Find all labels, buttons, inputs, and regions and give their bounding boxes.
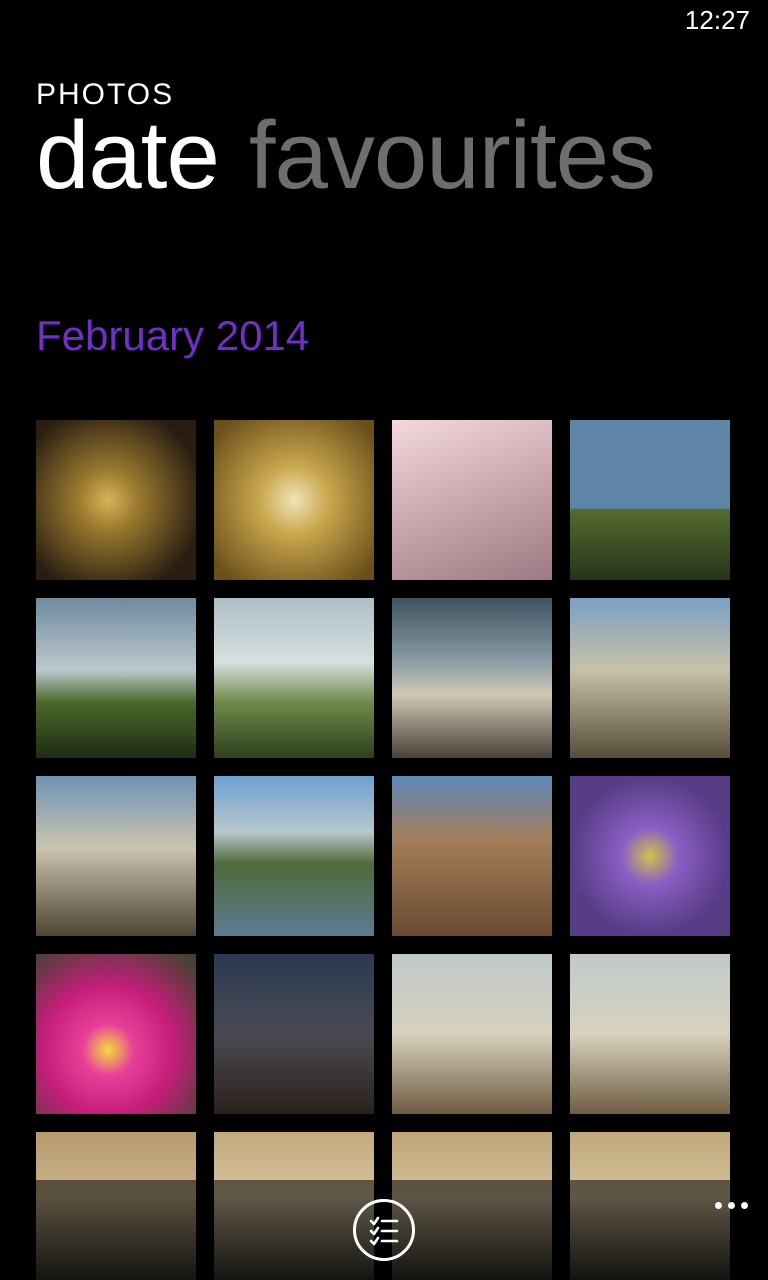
photo-thumbnail[interactable]: [36, 776, 196, 936]
more-button[interactable]: [715, 1202, 748, 1209]
photo-thumbnail[interactable]: [570, 954, 730, 1114]
photo-thumbnail[interactable]: [570, 776, 730, 936]
photo-thumbnail[interactable]: [36, 420, 196, 580]
photo-thumbnail[interactable]: [214, 776, 374, 936]
header: PHOTOS datefavourites: [36, 78, 768, 207]
pivot-row: date favourites: [36, 106, 768, 207]
photo-thumbnail[interactable]: [392, 954, 552, 1114]
photo-thumbnail[interactable]: [36, 598, 196, 758]
photo-thumbnail[interactable]: [214, 420, 374, 580]
photo-thumbnail[interactable]: [570, 598, 730, 758]
photo-thumbnail[interactable]: [36, 954, 196, 1114]
photo-thumbnail[interactable]: [214, 598, 374, 758]
dot-icon: [728, 1202, 735, 1209]
photo-thumbnail[interactable]: [392, 420, 552, 580]
dot-icon: [715, 1202, 722, 1209]
photo-thumbnail[interactable]: [392, 776, 552, 936]
month-header[interactable]: February 2014: [36, 312, 309, 360]
status-bar: 12:27: [0, 0, 768, 40]
photo-thumbnail[interactable]: [570, 420, 730, 580]
dot-icon: [741, 1202, 748, 1209]
app-bar: [0, 1180, 768, 1280]
status-time: 12:27: [685, 5, 750, 36]
select-icon: [368, 1214, 400, 1246]
select-button[interactable]: [353, 1199, 415, 1261]
photo-grid: [36, 420, 756, 1280]
photo-thumbnail[interactable]: [214, 954, 374, 1114]
pivot-date[interactable]: date: [36, 106, 219, 207]
photo-thumbnail[interactable]: [392, 598, 552, 758]
pivot-favourites[interactable]: favourites: [249, 106, 655, 207]
